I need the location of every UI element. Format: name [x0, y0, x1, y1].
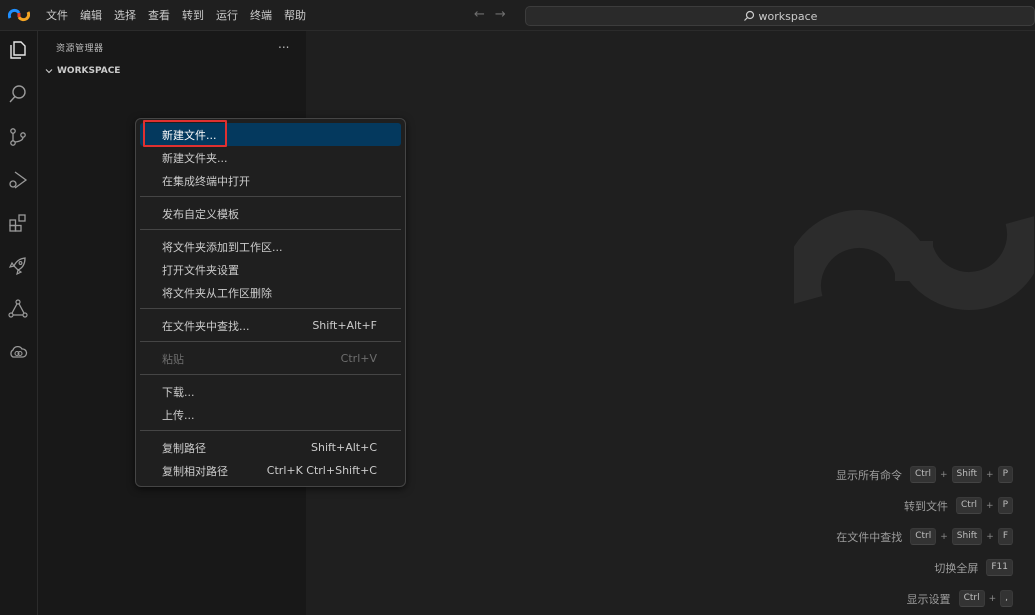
explorer-context-menu: 新建文件... 新建文件夹... 在集成终端中打开 发布自定义模板将文件夹添加到工作区…	[135, 118, 406, 487]
menu-bar: 文件 编辑 选择 查看 转到 运行 终端 帮助	[40, 0, 312, 31]
context-menu-item: 粘贴 Ctrl+V	[140, 347, 401, 370]
context-menu-item[interactable]: 将文件夹添加到工作区...	[140, 235, 401, 258]
shortcut-label: 转到文件	[904, 499, 948, 513]
title-bar: 文件 编辑 选择 查看 转到 运行 终端 帮助 ← → workspace	[0, 0, 1035, 31]
forward-arrow-icon[interactable]: →	[495, 7, 506, 22]
menu-item[interactable]: 帮助	[278, 0, 312, 31]
menu-item[interactable]: 编辑	[74, 0, 108, 31]
keyboard-key: F11	[986, 559, 1013, 576]
explorer-icon[interactable]	[5, 37, 31, 63]
menu-separator	[140, 308, 401, 309]
key-plus: +	[986, 500, 994, 511]
back-arrow-icon[interactable]: ←	[474, 7, 485, 22]
context-menu-item[interactable]: 在集成终端中打开	[140, 169, 401, 192]
menu-item[interactable]: 终端	[244, 0, 278, 31]
menu-separator	[140, 430, 401, 431]
shortcut-row: 在文件中查找 Ctrl + Shift + F	[836, 521, 1013, 552]
shortcut-row: 切换全屏 F11	[836, 552, 1013, 583]
shortcut-hints: 显示所有命令 Ctrl + Shift + P 转到文件 Ctrl + P 在文件中查找 Ctrl + S…	[836, 459, 1013, 614]
menu-separator	[140, 374, 401, 375]
menu-item[interactable]: 查看	[142, 0, 176, 31]
menu-item[interactable]: 选择	[108, 0, 142, 31]
keyboard-key: P	[997, 466, 1013, 483]
search-icon	[743, 10, 754, 21]
shortcut-label: 显示所有命令	[835, 468, 902, 482]
keyboard-key: Ctrl	[910, 528, 937, 545]
context-menu-item[interactable]: 将文件夹从工作区删除	[140, 281, 401, 304]
keyboard-key: Shift	[951, 466, 983, 483]
context-menu-item[interactable]: 打开文件夹设置	[140, 258, 401, 281]
shortcut-row: 显示所有命令 Ctrl + Shift + P	[836, 459, 1013, 490]
menu-item-label: 上传...	[162, 408, 195, 422]
keyboard-key: Shift	[951, 528, 983, 545]
keyboard-key: Ctrl	[956, 497, 983, 514]
context-menu-item[interactable]: 发布自定义模板	[140, 202, 401, 225]
navigation-arrows: ← →	[474, 7, 506, 22]
ide-window: 文件 编辑 选择 查看 转到 运行 终端 帮助 ← → workspace 资源…	[0, 0, 1035, 615]
menu-separator	[140, 229, 401, 230]
workspace-label: WORKSPACE	[57, 66, 121, 76]
context-menu-item[interactable]: 新建文件夹...	[140, 146, 401, 169]
menu-item[interactable]: 转到	[176, 0, 210, 31]
context-menu-item[interactable]: 复制相对路径 Ctrl+K Ctrl+Shift+C	[140, 459, 401, 482]
context-menu-item[interactable]: 新建文件...	[140, 120, 401, 147]
command-center-search[interactable]: workspace	[525, 6, 1035, 26]
key-plus: +	[988, 593, 997, 604]
editor-area: 显示所有命令 Ctrl + Shift + P 转到文件 Ctrl + P 在文件中查找 Ctrl + S…	[306, 31, 1035, 615]
shortcut-label: 显示设置	[906, 592, 951, 606]
menu-item-label: 发布自定义模板	[162, 207, 239, 221]
menu-item-label: 在文件夹中查找...	[162, 319, 250, 333]
chevron-down-icon	[45, 69, 53, 74]
menu-item-label: 打开文件夹设置	[162, 263, 239, 277]
watermark-logo-icon	[794, 210, 1034, 310]
rocket-icon[interactable]	[5, 253, 31, 279]
context-menu-item[interactable]: 在文件夹中查找... Shift+Alt+F	[140, 314, 401, 337]
run-debug-icon[interactable]	[5, 167, 31, 193]
menu-item-shortcut: Ctrl+V	[340, 352, 377, 365]
search-icon[interactable]	[5, 81, 31, 107]
menu-item-label: 复制相对路径	[162, 464, 228, 478]
shortcut-label: 切换全屏	[934, 561, 979, 575]
keyboard-key: Ctrl	[909, 466, 936, 483]
shortcut-row: 转到文件 Ctrl + P	[836, 490, 1013, 521]
search-text: workspace	[758, 9, 818, 23]
menu-item-label: 在集成终端中打开	[162, 174, 250, 188]
graph-icon[interactable]	[5, 296, 31, 322]
source-control-icon[interactable]	[5, 124, 31, 150]
menu-item-label: 将文件夹从工作区删除	[162, 286, 272, 300]
menu-item-shortcut: Ctrl+K Ctrl+Shift+C	[266, 464, 377, 477]
menu-item[interactable]: 运行	[210, 0, 244, 31]
key-plus: +	[986, 469, 994, 480]
annotation-highlight-box	[143, 120, 227, 147]
menu-item-label: 复制路径	[162, 441, 206, 455]
more-actions-icon[interactable]: ...	[278, 37, 289, 51]
key-plus: +	[940, 531, 948, 542]
context-menu-item[interactable]: 复制路径 Shift+Alt+C	[140, 436, 401, 459]
key-plus: +	[940, 469, 948, 480]
shortcut-label: 在文件中查找	[836, 530, 903, 544]
menu-item-shortcut: Shift+Alt+F	[312, 319, 377, 332]
menu-item-label: 将文件夹添加到工作区...	[162, 240, 283, 254]
menu-item-label: 下载...	[162, 385, 195, 399]
keyboard-key: Ctrl	[958, 590, 985, 607]
menu-item[interactable]: 文件	[40, 0, 74, 31]
keyboard-key: P	[997, 497, 1013, 514]
menu-item-label: 粘贴	[162, 352, 184, 366]
menu-item-label: 新建文件夹...	[162, 151, 228, 165]
activity-bar	[0, 31, 38, 615]
sidebar-title: 资源管理器	[56, 44, 104, 54]
app-logo-icon[interactable]	[8, 7, 30, 23]
context-menu-item[interactable]: 下载...	[140, 380, 401, 403]
extensions-icon[interactable]	[5, 210, 31, 236]
shortcut-row: 显示设置 Ctrl +,	[836, 583, 1013, 614]
keyboard-key: F	[997, 528, 1013, 545]
menu-item-shortcut: Shift+Alt+C	[310, 441, 377, 454]
keyboard-key: ,	[1000, 590, 1013, 607]
cloud-icon[interactable]	[5, 339, 31, 365]
key-plus: +	[986, 531, 994, 542]
menu-separator	[140, 341, 401, 342]
menu-separator	[140, 196, 401, 197]
workspace-folder[interactable]: WORKSPACE	[44, 66, 120, 76]
context-menu-item[interactable]: 上传...	[140, 403, 401, 426]
